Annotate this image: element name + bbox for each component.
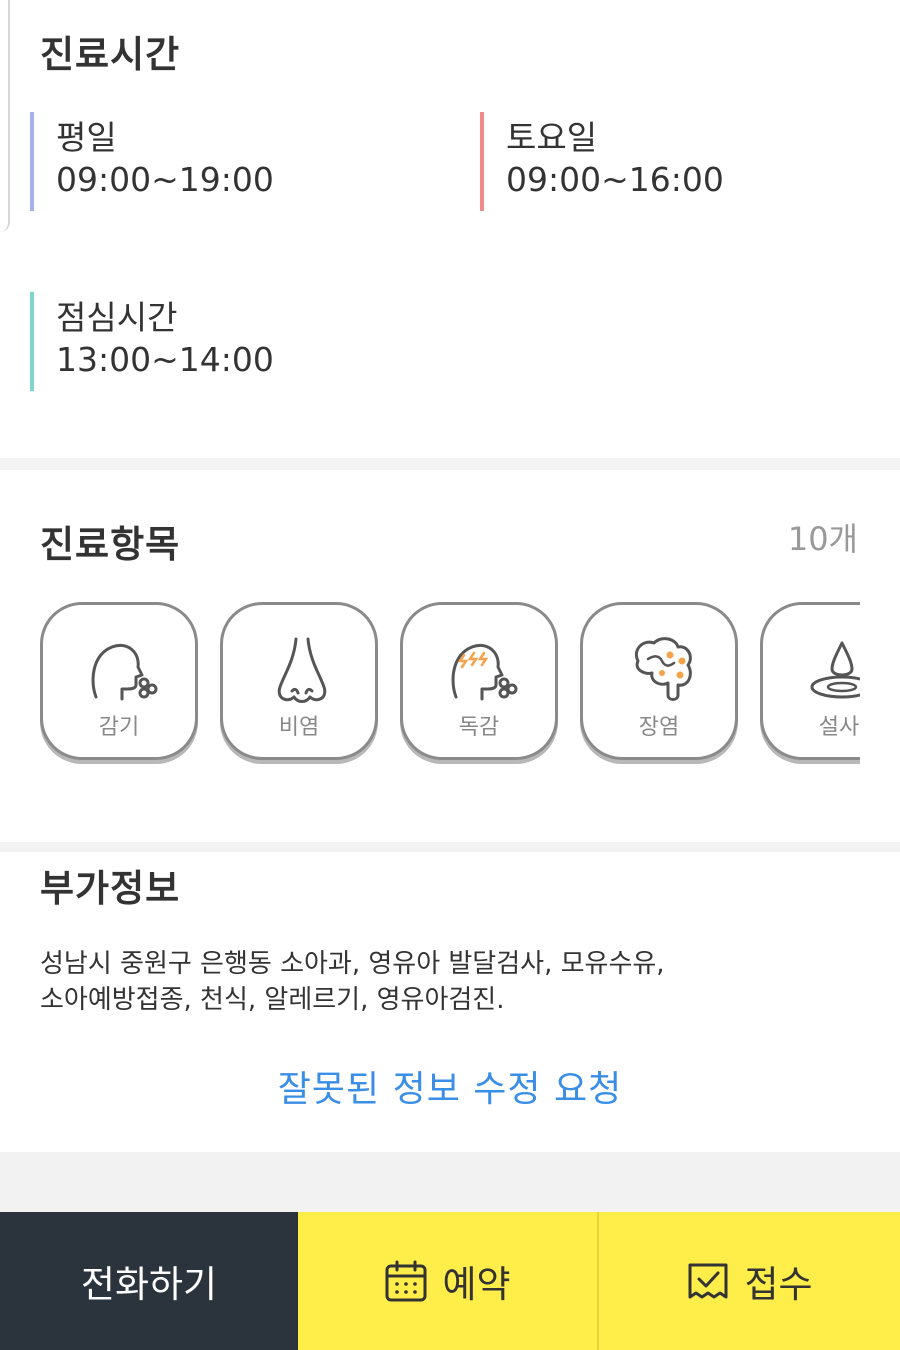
edit-request-link[interactable]: 잘못된 정보 수정 요청 <box>0 1060 900 1112</box>
cold-icon <box>91 644 158 701</box>
saturday-label: 토요일 <box>506 118 598 157</box>
call-label: 전화하기 <box>80 1263 218 1306</box>
items-carousel[interactable]: 감기 비염 독감 장염 설사 <box>40 602 860 764</box>
flu-icon <box>451 644 518 701</box>
item-card-diarrhea[interactable]: 설사 <box>760 602 860 760</box>
extra-description: 성남시 중원구 은행동 소아과, 영유아 발달검사, 모유수유, 소아예방접종,… <box>40 949 665 1015</box>
item-card-rhinitis[interactable]: 비염 <box>220 602 378 760</box>
checklist-icon <box>688 1263 728 1299</box>
item-card-enteritis[interactable]: 장염 <box>580 602 738 760</box>
item-label: 독감 <box>458 715 500 740</box>
nose-icon <box>277 637 327 703</box>
hours-title: 진료시간 <box>40 33 181 76</box>
item-label: 비염 <box>278 715 320 740</box>
bottom-action-bar: 전화하기 예약 접수 <box>0 1212 900 1350</box>
drop-icon <box>810 641 860 699</box>
item-label: 감기 <box>98 715 140 740</box>
weekday-time: 09:00~19:00 <box>56 160 274 199</box>
lunch-hours: 점심시간 13:00~14:00 <box>30 292 274 391</box>
edge-indicator <box>0 0 10 232</box>
items-title: 진료항목 <box>40 523 181 566</box>
reserve-button[interactable]: 예약 <box>298 1212 599 1350</box>
item-label: 장염 <box>638 715 680 740</box>
item-label: 설사 <box>818 715 860 740</box>
extra-title: 부가정보 <box>40 867 181 910</box>
calendar-icon <box>385 1260 427 1302</box>
call-button[interactable]: 전화하기 <box>0 1212 298 1350</box>
weekday-label: 평일 <box>56 118 117 157</box>
item-card-flu[interactable]: 독감 <box>400 602 558 760</box>
saturday-hours: 토요일 09:00~16:00 <box>480 112 724 211</box>
receipt-label: 접수 <box>744 1263 813 1306</box>
receipt-button[interactable]: 접수 <box>599 1212 900 1350</box>
intestine-icon <box>635 637 692 701</box>
item-card-cold[interactable]: 감기 <box>40 602 198 760</box>
weekday-hours: 평일 09:00~19:00 <box>30 112 274 211</box>
items-count: 10개 <box>787 520 858 558</box>
lunch-time: 13:00~14:00 <box>56 340 274 379</box>
lunch-label: 점심시간 <box>56 298 178 337</box>
saturday-time: 09:00~16:00 <box>506 160 724 199</box>
reserve-label: 예약 <box>442 1263 511 1306</box>
